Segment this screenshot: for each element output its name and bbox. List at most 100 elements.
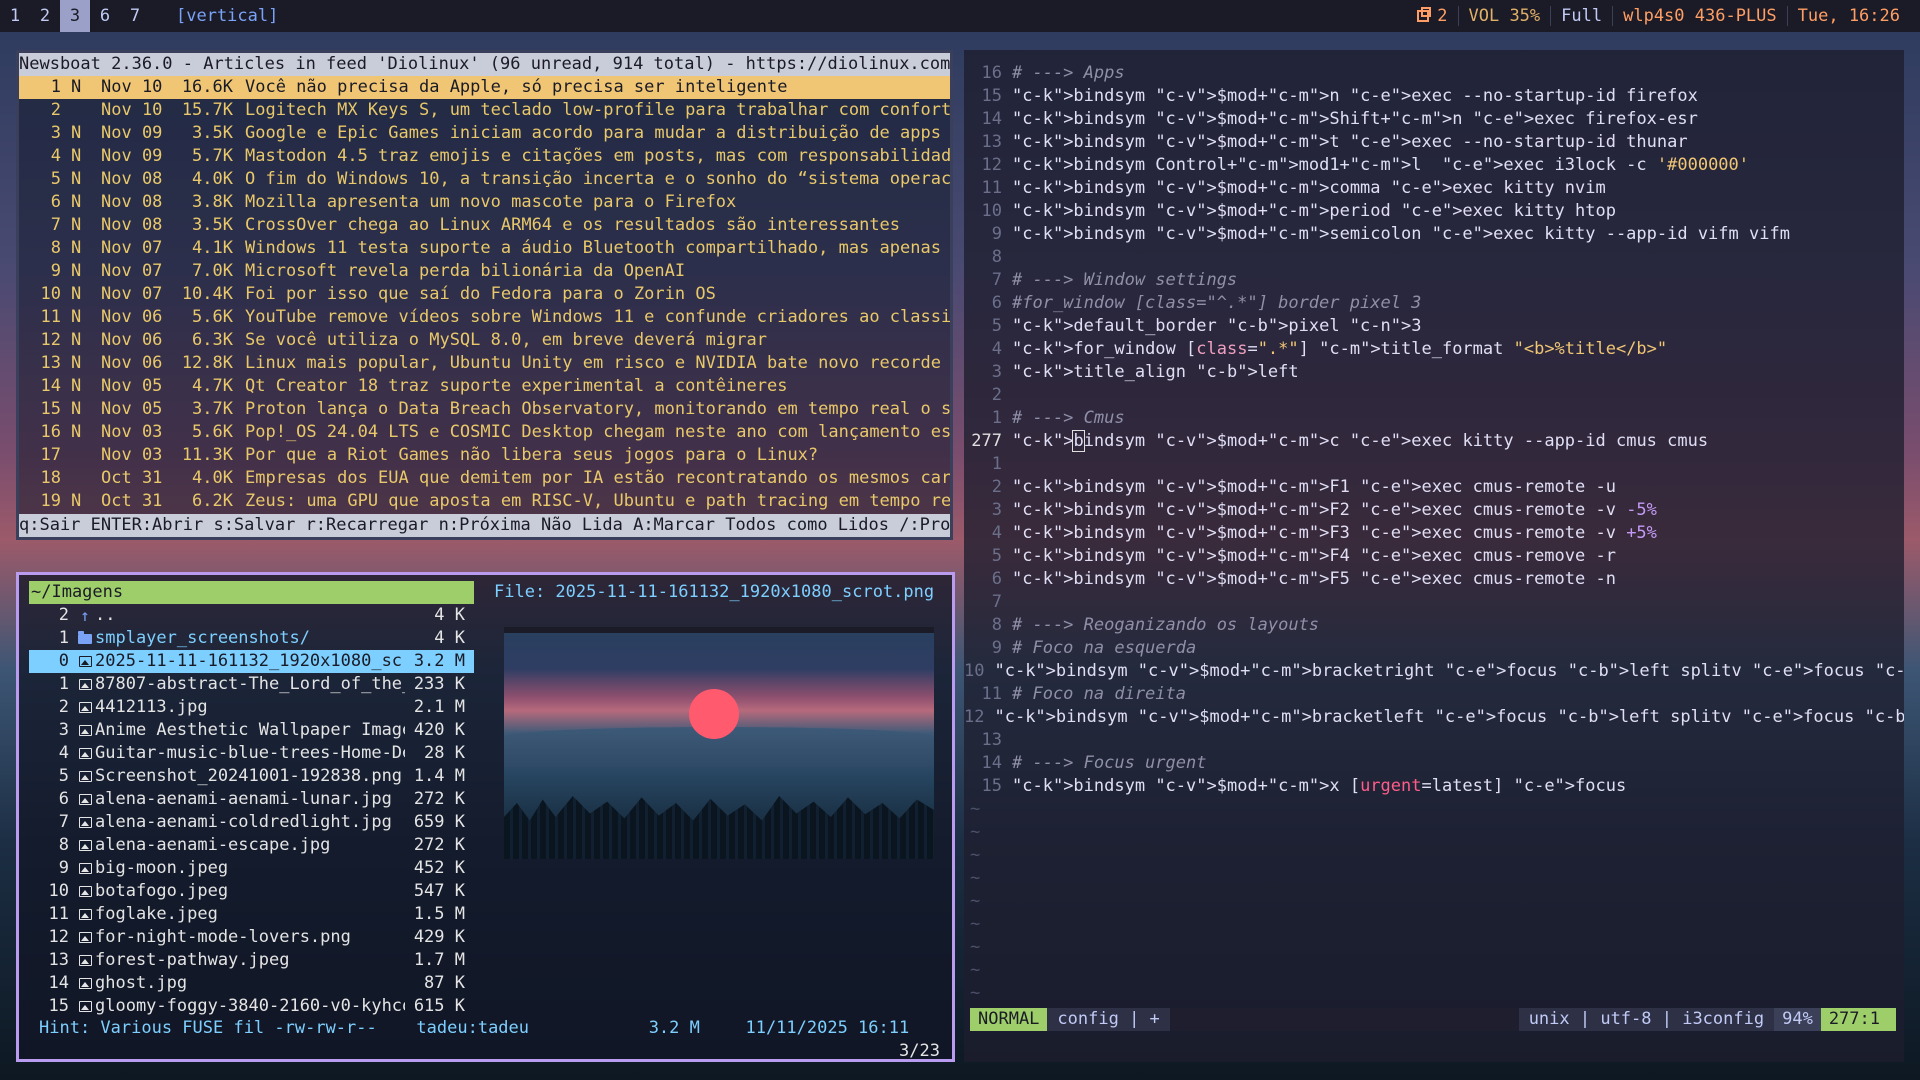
workspace-button[interactable]: 7 <box>120 0 150 32</box>
code-line[interactable]: 11 "c-k">bindsym "c-v">$mod+"c-m">comma "… <box>964 177 1904 200</box>
line-text: "c-k">bindsym "c-v">$mod+"c-m">n "c-e">e… <box>1012 86 1698 106</box>
volume-indicator[interactable]: VOL 35% <box>1457 6 1551 26</box>
article-row[interactable]: 8 N Nov 07 4.1K Windows 11 testa suporte a á… <box>19 237 950 260</box>
article-size: 16.6K <box>181 77 233 97</box>
article-size: 6.3K <box>192 330 233 350</box>
code-line[interactable]: 9 # Foco na esquerda <box>964 637 1904 660</box>
code-line[interactable]: 10 "c-k">bindsym "c-v">$mod+"c-m">bracket… <box>964 660 1904 683</box>
nvim-window[interactable]: 16 # ---> Apps 15 "c-k">bindsym "c-v">$mod+… <box>964 50 1904 1062</box>
article-row[interactable]: 9 N Nov 07 7.0K Microsoft revela perda bilio… <box>19 260 950 283</box>
code-line[interactable]: 3 "c-k">bindsym "c-v">$mod+"c-m">F2 "c-e"… <box>964 499 1904 522</box>
file-size: 615 K <box>413 996 465 1016</box>
article-row[interactable]: 7 N Nov 08 3.5K CrossOver chega ao Linux ARM… <box>19 214 950 237</box>
code-line[interactable]: 4 "c-k">bindsym "c-v">$mod+"c-m">F3 "c-e"… <box>964 522 1904 545</box>
code-line[interactable]: 13 <box>964 729 1904 752</box>
article-row[interactable]: 4 N Nov 09 5.7K Mastodon 4.5 traz emojis e c… <box>19 145 950 168</box>
article-row[interactable]: 5 N Nov 08 4.0K O fim do Windows 10, a trans… <box>19 168 950 191</box>
article-row[interactable]: 17 Nov 03 11.3K Por que a Riot Games não li… <box>19 444 950 467</box>
code-line[interactable]: 9 "c-k">bindsym "c-v">$mod+"c-m">semicolo… <box>964 223 1904 246</box>
article-row[interactable]: 11 N Nov 06 5.6K YouTube remove vídeos sobre… <box>19 306 950 329</box>
vifm-window[interactable]: ~/Imagens 2 ↑.. 4 K 1 smplayer_screenshots/4… <box>16 572 955 1062</box>
code-line[interactable]: 15 "c-k">bindsym "c-v">$mod+"c-m">x [urge… <box>964 775 1904 798</box>
workspace-button[interactable]: 2 <box>30 0 60 32</box>
article-unread-flag: N <box>71 376 82 396</box>
code-line[interactable]: 6 #for_window [class="^.*"] border pixel … <box>964 292 1904 315</box>
file-row[interactable]: 8 alena-aenami-escape.jpg 272 K <box>29 834 474 857</box>
code-line[interactable]: 3 "c-k">title_align "c-b">left <box>964 361 1904 384</box>
network-indicator[interactable]: wlp4s0 436-PLUS <box>1612 6 1787 26</box>
workspace-button[interactable]: 1 <box>0 0 30 32</box>
article-row[interactable]: 19 N Oct 31 6.2K Zeus: uma GPU que aposta em… <box>19 490 950 513</box>
file-row[interactable]: 9 big-moon.jpeg 452 K <box>29 857 474 880</box>
file-row[interactable]: 2 ↑.. 4 K <box>29 604 474 627</box>
article-row[interactable]: 16 N Nov 03 5.6K Pop!_OS 24.04 LTS e COSMIC … <box>19 421 950 444</box>
file-row[interactable]: 1 smplayer_screenshots/4 K <box>29 627 474 650</box>
article-number: 17 <box>40 445 61 465</box>
code-line[interactable]: 8 <box>964 246 1904 269</box>
code-line[interactable]: 2 "c-k">bindsym "c-v">$mod+"c-m">F1 "c-e"… <box>964 476 1904 499</box>
workspace-button[interactable]: 6 <box>90 0 120 32</box>
article-row[interactable]: 18 Oct 31 4.0K Empresas dos EUA que demitem… <box>19 467 950 490</box>
article-size: 4.0K <box>192 169 233 189</box>
file-row[interactable]: 1 87807-abstract-The_Lord_of_the_ 233 K <box>29 673 474 696</box>
article-number: 1 <box>50 77 61 97</box>
article-row[interactable]: 10 N Nov 07 10.4K Foi por isso que saí do Fe… <box>19 283 950 306</box>
code-line[interactable]: 11 # Foco na direita <box>964 683 1904 706</box>
article-title: Linux mais popular, Ubuntu Unity em risc… <box>245 353 941 373</box>
article-row[interactable]: 3 N Nov 09 3.5K Google e Epic Games iniciam … <box>19 122 950 145</box>
file-row[interactable]: 15 gloomy-foggy-3840-2160-v0-kyhco 615 K <box>29 995 474 1018</box>
article-row[interactable]: 15 N Nov 05 3.7K Proton lança o Data Breach … <box>19 398 950 421</box>
file-row[interactable]: 13 forest-pathway.jpeg 1.7 M <box>29 949 474 972</box>
article-row[interactable]: 2 Nov 10 15.7K Logitech MX Keys S, um tecla… <box>19 99 950 122</box>
code-line[interactable]: 15 "c-k">bindsym "c-v">$mod+"c-m">n "c-e"… <box>964 85 1904 108</box>
file-row[interactable]: 4 Guitar-music-blue-trees-Home-Dec 28 K <box>29 742 474 765</box>
code-line[interactable]: 14 "c-k">bindsym "c-v">$mod+"c-m">Shift+"… <box>964 108 1904 131</box>
file-row[interactable]: 12 for-night-mode-lovers.png 429 K <box>29 926 474 949</box>
file-row[interactable]: 3 Anime Aesthetic Wallpaper Image 420 K <box>29 719 474 742</box>
file-row[interactable]: 0 2025-11-11-161132_1920x1080_scr 3.2 M <box>29 650 474 673</box>
article-row[interactable]: 1 N Nov 10 16.6K Você não precisa da Apple, … <box>19 76 950 99</box>
code-line[interactable]: 1 # ---> Cmus <box>964 407 1904 430</box>
file-row[interactable]: 5 Screenshot_20241001-192838.png 1.4 M <box>29 765 474 788</box>
file-row[interactable]: 7 alena-aenami-coldredlight.jpg 659 K <box>29 811 474 834</box>
code-line[interactable]: 8 # ---> Reoganizando os layouts <box>964 614 1904 637</box>
line-text: "c-k">bindsym "c-v">$mod+"c-m">c "c-e">e… <box>1012 430 1709 452</box>
article-row[interactable]: 14 N Nov 05 4.7K Qt Creator 18 traz suporte … <box>19 375 950 398</box>
file-row[interactable]: 2 4412113.jpg 2.1 M <box>29 696 474 719</box>
code-line[interactable]: 14 # ---> Focus urgent <box>964 752 1904 775</box>
code-line[interactable]: 10 "c-k">bindsym "c-v">$mod+"c-m">period … <box>964 200 1904 223</box>
code-line[interactable]: 12 "c-k">bindsym Control+"c-m">mod1+"c-m"… <box>964 154 1904 177</box>
file-owner: tadeu:tadeu <box>416 1018 530 1038</box>
code-line[interactable]: 12 "c-k">bindsym "c-v">$mod+"c-m">bracket… <box>964 706 1904 729</box>
code-line[interactable]: 6 "c-k">bindsym "c-v">$mod+"c-m">F5 "c-e"… <box>964 568 1904 591</box>
article-title: Proton lança o Data Breach Observatory, … <box>245 399 950 419</box>
article-row[interactable]: 13 N Nov 06 12.8K Linux mais popular, Ubuntu… <box>19 352 950 375</box>
article-row[interactable]: 6 N Nov 08 3.8K Mozilla apresenta um novo ma… <box>19 191 950 214</box>
code-line[interactable]: 2 <box>964 384 1904 407</box>
code-line[interactable]: 1 <box>964 453 1904 476</box>
code-line[interactable]: 13 "c-k">bindsym "c-v">$mod+"c-m">t "c-e"… <box>964 131 1904 154</box>
article-row[interactable]: 12 N Nov 06 6.3K Se você utiliza o MySQL 8.0… <box>19 329 950 352</box>
file-row[interactable]: 6 alena-aenami-aenami-lunar.jpg 272 K <box>29 788 474 811</box>
line-number: 15 <box>981 776 1002 796</box>
image-icon <box>75 719 95 742</box>
code-line[interactable]: 16 # ---> Apps <box>964 62 1904 85</box>
code-line[interactable]: 4 "c-k">for_window [class=".*"] "c-m">tit… <box>964 338 1904 361</box>
code-line[interactable]: 277 "c-k">bindsym "c-v">$mod+"c-m">c "c-e… <box>964 430 1904 453</box>
newsboat-window[interactable]: Newsboat 2.36.0 - Articles in feed 'Diol… <box>16 50 953 540</box>
code-line[interactable]: 5 "c-k">default_border "c-b">pixel "c-n">… <box>964 315 1904 338</box>
file-row[interactable]: 11 foglake.jpeg 1.5 M <box>29 903 474 926</box>
file-row[interactable]: 14 ghost.jpg 87 K <box>29 972 474 995</box>
file-name: big-moon.jpeg <box>95 858 229 878</box>
article-unread-flag: N <box>71 146 82 166</box>
line-text: "c-k">bindsym "c-v">$mod+"c-m">x [urgent… <box>1012 776 1627 796</box>
line-number: 13 <box>981 730 1002 750</box>
code-line[interactable]: 5 "c-k">bindsym "c-v">$mod+"c-m">F4 "c-e"… <box>964 545 1904 568</box>
article-unread-flag <box>61 99 101 122</box>
file-row[interactable]: 10 botafogo.jpeg 547 K <box>29 880 474 903</box>
editor-buffer[interactable]: 16 # ---> Apps 15 "c-k">bindsym "c-v">$mod+… <box>964 62 1904 1005</box>
code-line[interactable]: 7 # ---> Window settings <box>964 269 1904 292</box>
workspace-button[interactable]: 3 <box>60 0 90 32</box>
code-line[interactable]: 7 <box>964 591 1904 614</box>
line-text: "c-k">bindsym "c-v">$mod+"c-m">period "c… <box>1012 201 1616 221</box>
